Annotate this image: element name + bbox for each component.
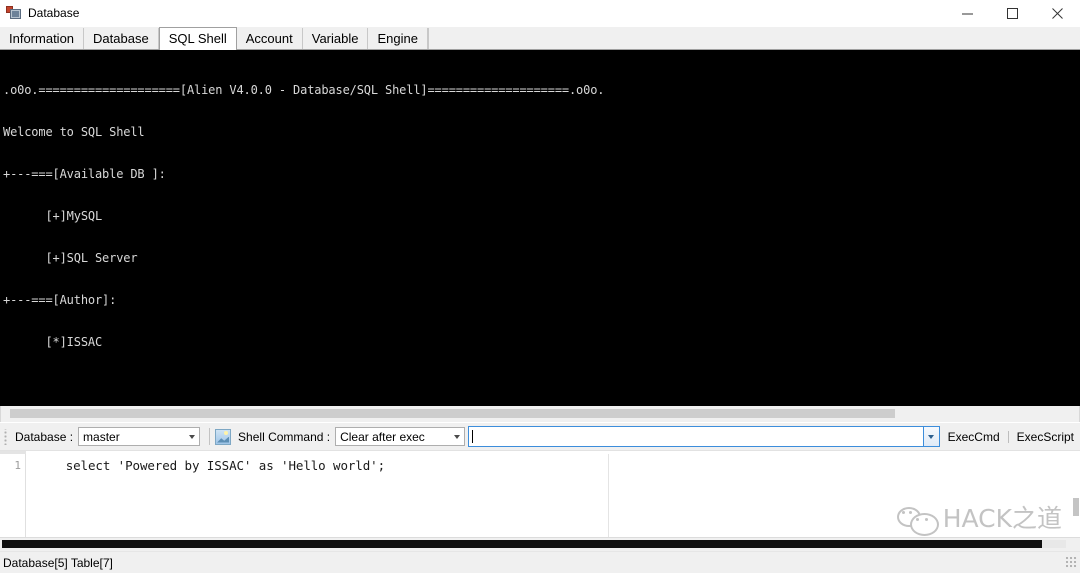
console-horizontal-scrollbar[interactable] (0, 406, 1080, 422)
console-blank-1 (3, 377, 1079, 391)
resize-grip-icon[interactable] (1066, 556, 1078, 569)
tab-sql-shell[interactable]: SQL Shell (158, 27, 237, 50)
exec-actions: ExecCmd ExecScript (940, 430, 1080, 444)
application-window: Database Information Database SQL Shell … (0, 0, 1080, 573)
command-toolbar: Database : master Shell Command : Clear … (0, 422, 1080, 450)
database-app-icon (6, 5, 22, 21)
tab-strip: Information Database SQL Shell Account V… (0, 27, 1080, 50)
shell-command-icon (215, 428, 232, 445)
editor-vertical-divider (608, 454, 609, 537)
exec-cmd-button[interactable]: ExecCmd (948, 430, 1000, 444)
tab-database[interactable]: Database (84, 28, 159, 49)
console-text: .o0o.====================[Alien V4.0.0 -… (1, 51, 1079, 405)
chevron-down-icon[interactable] (184, 428, 199, 445)
console-available-db-header: +---===[Available DB ]: (3, 167, 166, 181)
status-bar: Database[5] Table[7] (0, 551, 1080, 573)
tab-variable[interactable]: Variable (302, 28, 369, 49)
exec-separator (1007, 430, 1009, 443)
tab-strip-filler (427, 28, 1080, 49)
database-select[interactable]: master (78, 427, 201, 446)
console-db-mysql: [+]MySQL (3, 209, 103, 223)
console-db-sqlserver: [+]SQL Server (3, 251, 138, 265)
console-output-panel[interactable]: .o0o.====================[Alien V4.0.0 -… (0, 50, 1080, 406)
editor-horizontal-thumb[interactable] (2, 540, 1042, 548)
chevron-down-icon[interactable] (449, 428, 464, 445)
sql-editor-panel[interactable]: 1 select 'Powered by ISSAC' as 'Hello wo… (0, 450, 1080, 537)
tab-account[interactable]: Account (236, 28, 303, 49)
window-title: Database (28, 6, 80, 20)
console-welcome: Welcome to SQL Shell (3, 125, 145, 139)
toolbar-grip-handle[interactable] (3, 428, 11, 445)
shell-command-select-value: Clear after exec (340, 429, 425, 444)
console-scrollbar-thumb[interactable] (10, 409, 895, 418)
command-history-dropdown[interactable] (923, 426, 940, 447)
editor-line-number-gutter: 1 (0, 451, 26, 537)
editor-horizontal-scrollbar[interactable] (0, 537, 1080, 551)
maximize-icon[interactable] (990, 0, 1035, 26)
console-author: [*]ISSAC (3, 335, 103, 349)
console-author-header: +---===[Author]: (3, 293, 117, 307)
editor-code-area[interactable]: select 'Powered by ISSAC' as 'Hello worl… (26, 451, 1080, 537)
editor-scrollbar-thumb[interactable] (1073, 498, 1079, 516)
exec-script-button[interactable]: ExecScript (1017, 430, 1074, 444)
title-bar: Database (0, 0, 1080, 27)
tab-engine[interactable]: Engine (368, 28, 428, 49)
status-text: Database[5] Table[7] (3, 555, 113, 570)
minimize-icon[interactable] (945, 0, 990, 26)
database-label: Database : (15, 429, 74, 444)
database-select-value: master (83, 429, 120, 444)
close-icon[interactable] (1035, 0, 1080, 26)
line-number: 1 (14, 459, 21, 472)
editor-line: select 'Powered by ISSAC' as 'Hello worl… (36, 458, 386, 473)
shell-command-select[interactable]: Clear after exec (335, 427, 466, 446)
text-caret (472, 430, 474, 443)
toolbar-separator (209, 428, 211, 445)
command-input[interactable] (468, 426, 924, 447)
console-banner: .o0o.====================[Alien V4.0.0 -… (3, 83, 605, 97)
tab-information[interactable]: Information (0, 28, 85, 49)
editor-vertical-scrollbar[interactable] (1071, 454, 1080, 537)
window-controls (945, 0, 1080, 26)
shell-command-label: Shell Command : (238, 429, 331, 444)
